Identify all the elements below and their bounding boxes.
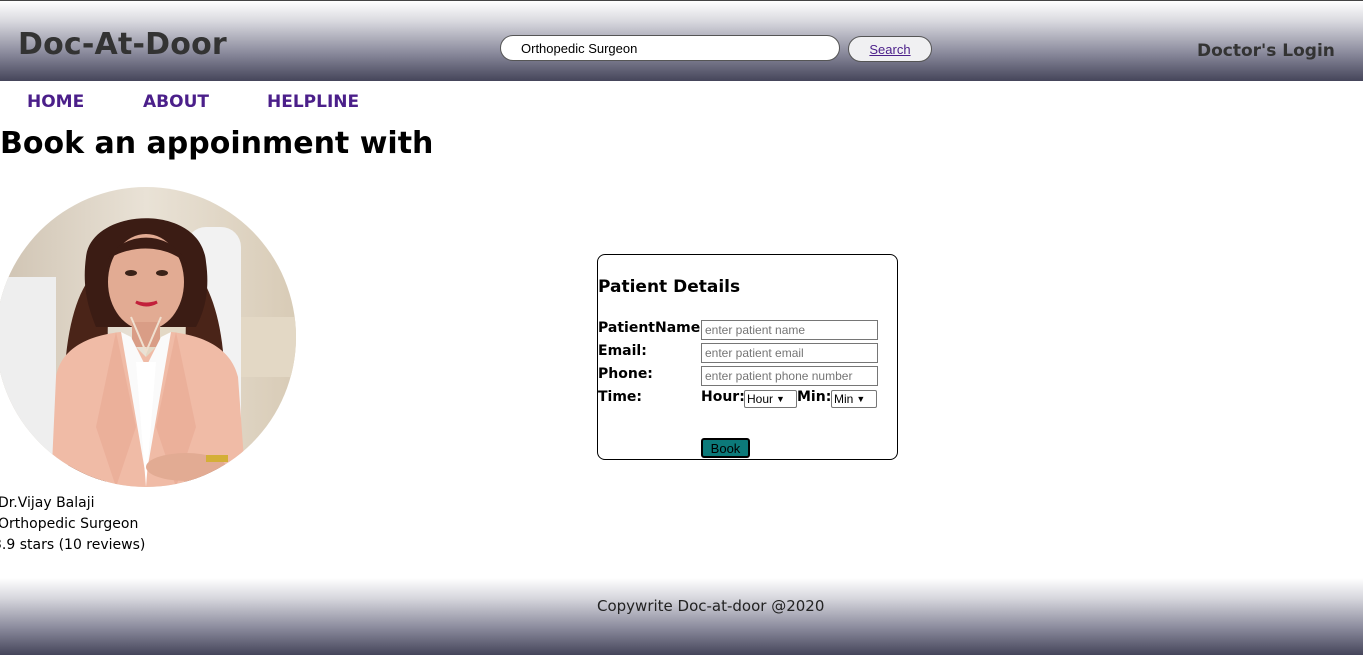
patient-name-input[interactable] [701,320,878,340]
search-input[interactable] [500,35,840,61]
header: Doc-At-Door Search Doctor's Login [0,0,1363,81]
doctor-info: Dr.Vijay Balaji Orthopedic Surgeon 3.9 s… [0,493,145,556]
form-heading: Patient Details [598,277,741,297]
page-title: Book an appoinment with [0,126,434,161]
patient-details-form: Patient Details PatientName: Email: Phon… [597,254,898,460]
footer: Copywrite Doc-at-door @2020 [0,578,1363,655]
nav-about-link[interactable]: ABOUT [143,92,209,112]
patient-email-input[interactable] [701,343,878,363]
email-label: Email: [598,343,647,359]
doctor-name: Dr.Vijay Balaji [0,495,95,511]
patient-name-label: PatientName: [598,320,706,336]
phone-label: Phone: [598,366,653,382]
hour-select[interactable]: Hour ▼ [744,390,797,408]
hour-select-value: Hour [747,392,774,406]
nav-helpline-link[interactable]: HELPLINE [267,92,359,112]
chevron-down-icon: ▼ [856,394,866,404]
min-label: Min: [797,389,832,405]
site-logo[interactable]: Doc-At-Door [18,27,227,62]
chevron-down-icon: ▼ [776,394,785,404]
nav-home-link[interactable]: HOME [27,92,84,112]
patient-phone-input[interactable] [701,366,878,386]
hour-label: Hour: [701,389,745,405]
min-select[interactable]: Min ▼ [831,390,877,408]
doctor-rating: 3.9 stars (10 reviews) [0,537,146,553]
doctor-login-link[interactable]: Doctor's Login [1197,41,1335,61]
doctor-specialty: Orthopedic Surgeon [0,516,139,532]
search-button[interactable]: Search [848,36,932,62]
copyright-text: Copywrite Doc-at-door @2020 [597,597,825,615]
time-label: Time: [598,389,643,405]
book-button[interactable]: Book [701,438,750,458]
min-select-value: Min [834,392,854,406]
doctor-photo [0,187,296,487]
